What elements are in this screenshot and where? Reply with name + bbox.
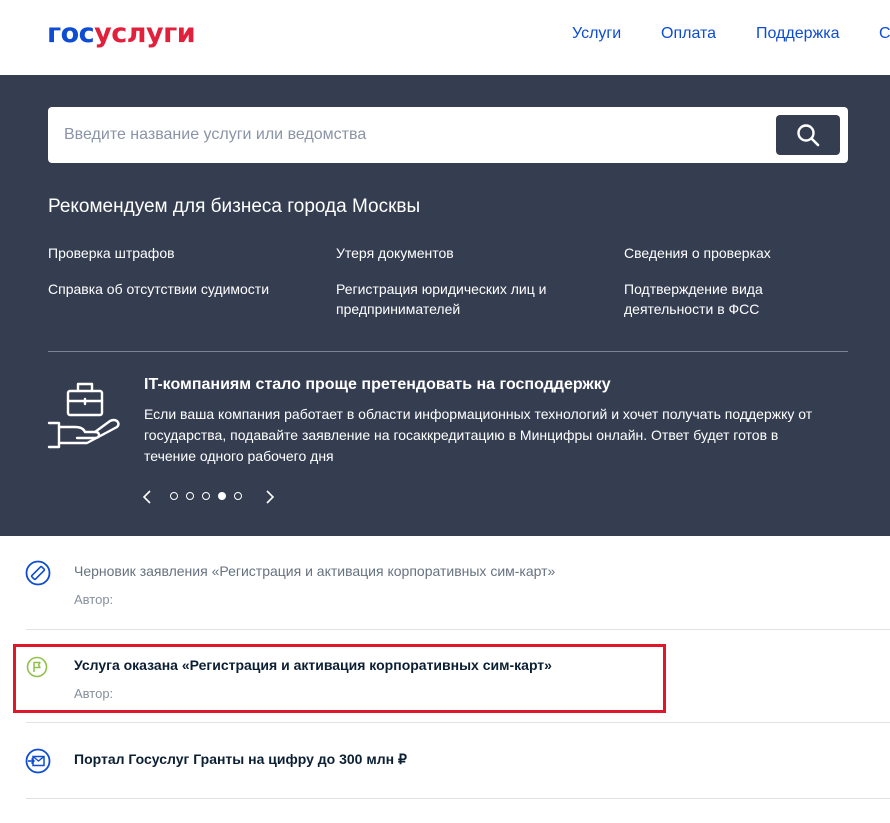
carousel-prev-button[interactable]	[140, 487, 156, 507]
search-button[interactable]	[776, 115, 840, 155]
highlight-box	[13, 644, 666, 713]
promo-text: Если ваша компания работает в области ин…	[144, 406, 813, 464]
rec-link-fines[interactable]: Проверка штрафов	[48, 243, 308, 263]
rec-link-inspections[interactable]: Сведения о проверках	[624, 243, 824, 263]
nav-support[interactable]: Поддержка	[756, 25, 839, 43]
feed-item-title[interactable]: Портал Госуслуг Гранты на цифру до 300 м…	[74, 751, 407, 768]
chevron-right-icon	[266, 490, 275, 504]
search-input[interactable]	[48, 107, 764, 163]
feed-item-title[interactable]: Черновик заявления «Регистрация и актива…	[74, 563, 555, 579]
carousel-next-button[interactable]	[262, 487, 278, 507]
carousel-dot-2[interactable]	[186, 492, 194, 500]
nav-item-cropped[interactable]: С	[879, 25, 890, 43]
rec-link-lost-documents[interactable]: Утеря документов	[336, 243, 576, 263]
carousel-dot-5[interactable]	[234, 492, 242, 500]
carousel-dot-1[interactable]	[170, 492, 178, 500]
feed-item-author: Автор:	[74, 592, 114, 607]
nav-services[interactable]: Услуги	[572, 25, 621, 43]
gosuslugi-logo[interactable]: госуслуги	[47, 18, 196, 49]
carousel-dot-3[interactable]	[202, 492, 210, 500]
draft-icon	[25, 560, 51, 586]
rec-link-registration[interactable]: Регистрация юридических лиц и предприним…	[336, 279, 576, 319]
logo-part-gos: гос	[47, 18, 95, 49]
rec-link-criminal-record[interactable]: Справка об отсутствии судимости	[48, 279, 308, 299]
search-box	[48, 107, 848, 163]
search-icon	[797, 124, 820, 147]
chevron-left-icon	[142, 490, 151, 504]
recommend-title: Рекомендуем для бизнеса города Москвы	[48, 196, 421, 217]
promo-title[interactable]: IT-компаниям стало проще претендовать на…	[144, 376, 611, 394]
hero-divider	[48, 351, 848, 352]
feed-separator	[26, 629, 890, 630]
mail-arrow-icon	[25, 748, 51, 774]
logo-part-uslugi: услуги	[94, 18, 196, 49]
site-header: госуслуги Услуги Оплата Поддержка С	[0, 0, 890, 75]
feed-separator	[26, 722, 890, 723]
hero-section: Рекомендуем для бизнеса города Москвы Пр…	[0, 75, 890, 536]
feed-separator	[26, 798, 890, 799]
carousel-dot-4[interactable]	[218, 492, 226, 500]
briefcase-hand-icon	[47, 382, 120, 449]
rec-link-fss[interactable]: Подтверждение вида деятельности в ФСС	[624, 279, 824, 319]
nav-payment[interactable]: Оплата	[661, 25, 716, 43]
